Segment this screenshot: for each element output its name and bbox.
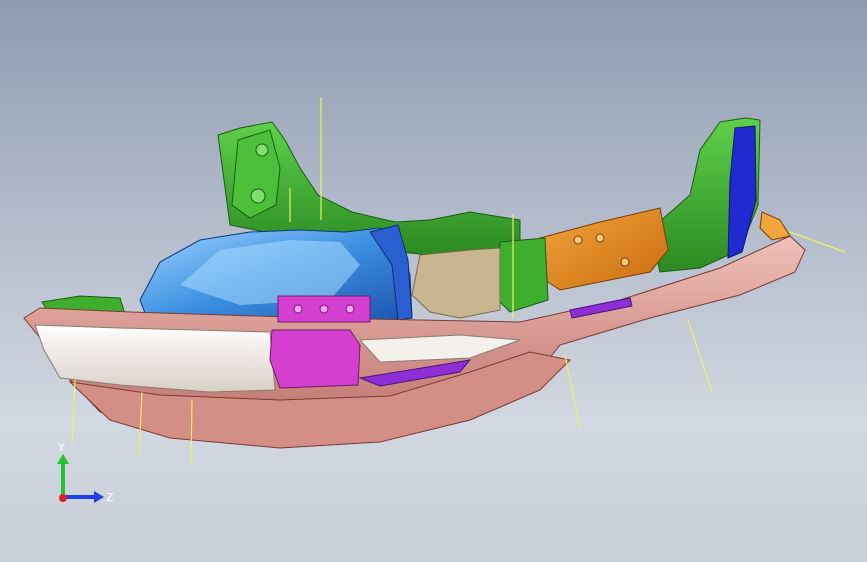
axis-triad: Y Z	[57, 441, 114, 504]
z-axis-label: Z	[106, 491, 114, 504]
orange-tip	[759, 211, 791, 241]
cad-model-scene[interactable]	[0, 0, 867, 562]
green-tower-detail	[231, 129, 281, 219]
orange-panel[interactable]	[539, 207, 669, 291]
x-axis-origin	[59, 494, 67, 502]
green-middle-panel[interactable]	[497, 237, 549, 313]
tan-panel[interactable]	[411, 247, 501, 319]
y-axis-label: Y	[57, 441, 65, 454]
cad-viewport[interactable]: Y Z	[0, 0, 867, 562]
magenta-bracket[interactable]	[269, 329, 361, 389]
